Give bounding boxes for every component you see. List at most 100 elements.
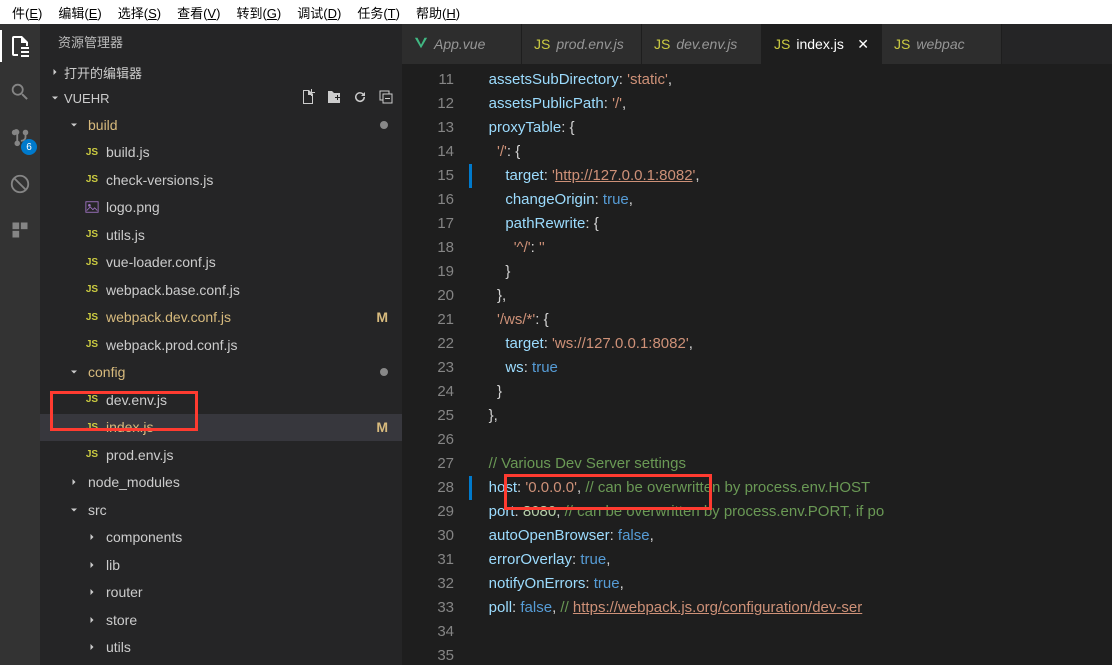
tree-item-label: webpack.prod.conf.js [106, 337, 238, 353]
menubar: 件(E)编辑(E)选择(S)查看(V)转到(G)调试(D)任务(T)帮助(H) [0, 0, 1112, 24]
open-editors-header[interactable]: 打开的编辑器 [40, 59, 402, 85]
tree-folder[interactable]: components [40, 524, 402, 552]
js-icon: JS [654, 36, 670, 52]
chevron-icon [66, 502, 82, 518]
menu-item[interactable]: 调试(D) [289, 3, 349, 22]
tree-item-label: build.js [106, 144, 150, 160]
tree-item-label: utils [106, 639, 131, 655]
menu-item[interactable]: 帮助(H) [408, 3, 468, 22]
chevron-icon [66, 364, 82, 380]
tree-folder[interactable]: utils [40, 634, 402, 662]
editor-tab[interactable]: JSindex.js✕ [762, 24, 882, 64]
extensions-icon[interactable] [6, 216, 34, 244]
tree-item-label: dev.env.js [106, 392, 167, 408]
new-file-icon[interactable] [300, 89, 316, 108]
js-icon: JS [84, 419, 100, 435]
tree-folder[interactable]: store [40, 606, 402, 634]
tree-folder[interactable]: src [40, 496, 402, 524]
js-icon: JS [84, 282, 100, 298]
tree-file[interactable]: JSvue-loader.conf.js [40, 249, 402, 277]
js-icon: JS [84, 227, 100, 243]
js-icon: JS [894, 36, 910, 52]
tab-label: index.js [796, 36, 843, 52]
modified-indicator: M [376, 419, 388, 435]
menu-item[interactable]: 转到(G) [228, 3, 289, 22]
tree-item-label: src [88, 502, 107, 518]
modified-indicator: M [376, 309, 388, 325]
js-icon: JS [84, 392, 100, 408]
tree-file[interactable]: JSindex.jsM [40, 414, 402, 442]
collapse-all-icon[interactable] [378, 89, 394, 108]
code-content[interactable]: assetsSubDirectory: 'static', assetsPubl… [472, 64, 1112, 665]
js-icon: JS [84, 337, 100, 353]
tree-item-label: store [106, 612, 137, 628]
tree-item-label: build [88, 117, 118, 133]
tree-file[interactable]: JS webpack.dev.conf.js M [40, 304, 402, 332]
tree-file[interactable]: logo.png [40, 194, 402, 222]
tree-item-label: utils.js [106, 227, 145, 243]
tree-folder[interactable]: router [40, 579, 402, 607]
debug-icon[interactable] [6, 170, 34, 198]
menu-item[interactable]: 件(E) [4, 3, 50, 22]
tree-file[interactable]: JS dev.env.js [40, 386, 402, 414]
project-header[interactable]: VUEHR [40, 85, 402, 111]
tree-item-label: lib [106, 557, 120, 573]
code-area[interactable]: 1112131415161718192021222324252627282930… [402, 64, 1112, 665]
tree-file[interactable]: JS build.js [40, 139, 402, 167]
tree-file[interactable]: JS webpack.prod.conf.js [40, 331, 402, 359]
tree-item-label: logo.png [106, 199, 160, 215]
tree-item-label: node_modules [88, 474, 180, 490]
editor-tab[interactable]: JS webpac [882, 24, 1002, 64]
tree-folder[interactable]: lib [40, 551, 402, 579]
tab-label: App.vue [434, 36, 485, 52]
sidebar: 资源管理器 打开的编辑器 VUEHR build JS build.js JS chec… [40, 24, 402, 665]
tree-file[interactable]: JS check-versions.js [40, 166, 402, 194]
editor: App.vueJSprod.env.jsJSdev.env.jsJSindex.… [402, 24, 1112, 665]
tree-file[interactable]: JS prod.env.js [40, 441, 402, 469]
tree-folder[interactable]: node_modules [40, 469, 402, 497]
chevron-icon [84, 529, 100, 545]
tree-item-label: router [106, 584, 143, 600]
search-icon[interactable] [6, 78, 34, 106]
tree-item-label: webpack.dev.conf.js [106, 309, 231, 325]
chevron-down-icon [48, 92, 62, 104]
tab-label: webpac [916, 36, 964, 52]
tree-file[interactable]: JS utils.js [40, 221, 402, 249]
sidebar-title: 资源管理器 [40, 24, 402, 59]
close-icon[interactable]: ✕ [857, 36, 869, 53]
menu-item[interactable]: 任务(T) [349, 3, 408, 22]
tree-item-label: components [106, 529, 182, 545]
editor-tab[interactable]: App.vue [402, 24, 522, 64]
chevron-icon [84, 639, 100, 655]
scm-icon[interactable]: 6 [6, 124, 34, 152]
explorer-icon[interactable] [6, 32, 34, 60]
js-icon: JS [84, 447, 100, 463]
menu-item[interactable]: 编辑(E) [50, 3, 109, 22]
chevron-icon [84, 557, 100, 573]
vue-icon [414, 36, 428, 53]
image-icon [84, 199, 100, 215]
js-icon: JS [84, 309, 100, 325]
tree-item-label: check-versions.js [106, 172, 213, 188]
tree-item-label: webpack.base.conf.js [106, 282, 240, 298]
js-icon: JS [534, 36, 550, 52]
editor-tab[interactable]: JSdev.env.js [642, 24, 762, 64]
menu-item[interactable]: 查看(V) [169, 3, 228, 22]
tree-folder[interactable]: config [40, 359, 402, 387]
file-tree: build JS build.js JS check-versions.js logo.p… [40, 111, 402, 665]
activity-bar: 6 [0, 24, 40, 665]
refresh-icon[interactable] [352, 89, 368, 108]
new-folder-icon[interactable] [326, 89, 342, 108]
chevron-icon [66, 117, 82, 133]
editor-tab[interactable]: JSprod.env.js [522, 24, 642, 64]
modified-dot [380, 121, 388, 129]
js-icon: JS [84, 172, 100, 188]
menu-item[interactable]: 选择(S) [110, 3, 169, 22]
chevron-icon [66, 474, 82, 490]
tree-item-label: vue-loader.conf.js [106, 254, 216, 270]
chevron-icon [84, 584, 100, 600]
tree-file[interactable]: JS webpack.base.conf.js [40, 276, 402, 304]
tree-folder[interactable]: build [40, 111, 402, 139]
js-icon: JS [84, 144, 100, 160]
tree-item-label: prod.env.js [106, 447, 173, 463]
